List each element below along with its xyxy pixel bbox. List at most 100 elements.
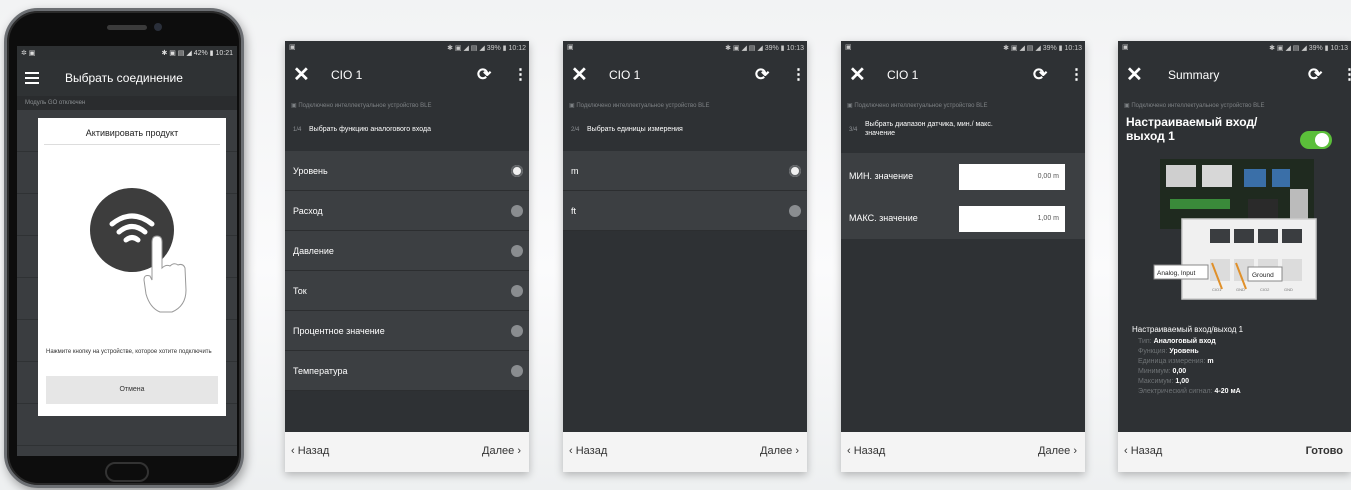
back-button[interactable]: ‹ Назад (1124, 445, 1162, 457)
summary-row: Электрический сигнал: 4-20 мА (1132, 387, 1351, 397)
function-options-list: Уровень Расход Давление Ток Процентное значе… (285, 151, 529, 391)
back-button[interactable]: ‹ Назад (291, 445, 329, 457)
status-right: ✱ ▣ ◢ ▤ ◢ 39% ▮ 10:13 (1003, 45, 1082, 52)
menu-icon[interactable] (25, 72, 39, 84)
status-bar: ▣ ✱ ▣ ◢ ▤ ◢ 39% ▮ 10:13 (1118, 41, 1351, 54)
app-title: Выбрать соединение (65, 71, 183, 85)
step-title: Выбрать функцию аналогового входа (309, 126, 431, 133)
hand-pointer-icon (143, 235, 187, 313)
bottom-nav: ‹ Назад Далее › (563, 432, 807, 472)
next-button[interactable]: Далее › (760, 445, 799, 457)
step-title: Выбрать единицы измерения (587, 126, 683, 133)
activate-product-dialog: Активировать продукт Нажмите кнопку на у… (38, 118, 226, 416)
unit-options-list: m ft (563, 151, 807, 231)
step-title: Выбрать диапазон датчика, мин./ макс. зн… (865, 121, 993, 137)
option-row[interactable]: ft (563, 191, 807, 231)
option-row[interactable]: Ток (285, 271, 529, 311)
summary-row: Максимум: 1,00 (1132, 377, 1351, 387)
app-bar: ✕ CIO 1 ⟳ ⋮ (841, 54, 1085, 97)
more-options-icon[interactable]: ⋮ (1342, 66, 1351, 84)
min-row: МИН. значение 0,00 m (841, 157, 1085, 195)
status-right: ✱ ▣ ◢ ▤ ◢ 39% ▮ 10:12 (447, 45, 526, 52)
status-bar: ▣ ✱ ▣ ◢ ▤ ◢ 39% ▮ 10:13 (841, 41, 1085, 54)
min-value-input[interactable]: 0,00 m (959, 164, 1065, 190)
option-row[interactable]: Расход (285, 191, 529, 231)
summary-value: m (1207, 358, 1214, 365)
option-row[interactable]: Температура (285, 351, 529, 391)
pin-label: CIO1 (1212, 287, 1222, 292)
option-row[interactable]: Уровень (285, 151, 529, 191)
radio-selected-icon[interactable] (789, 165, 801, 177)
summary-row: Минимум: 0,00 (1132, 367, 1351, 377)
more-options-icon[interactable]: ⋮ (513, 66, 528, 84)
dialog-divider (44, 144, 220, 145)
option-label: Ток (293, 286, 307, 296)
option-row[interactable]: Процентное значение (285, 311, 529, 351)
summary-key: Максимум: (1138, 378, 1174, 385)
screen-title: CIO 1 (887, 68, 919, 82)
ground-label: Ground (1252, 272, 1274, 279)
next-button[interactable]: Далее › (1038, 445, 1077, 457)
status-bar: ▣ ✱ ▣ ◢ ▤ ◢ 39% ▮ 10:13 (563, 41, 807, 54)
option-label: Давление (293, 246, 334, 256)
phone-speaker (107, 25, 147, 30)
notification-icon: ▣ (1122, 44, 1129, 51)
close-icon[interactable]: ✕ (293, 65, 313, 85)
close-icon[interactable]: ✕ (1126, 65, 1146, 85)
done-button[interactable]: Готово (1306, 445, 1343, 457)
option-row[interactable]: m (563, 151, 807, 191)
step-number: 2/4 (571, 127, 580, 133)
radio-unselected-icon[interactable] (511, 205, 523, 217)
radio-unselected-icon[interactable] (511, 365, 523, 377)
radio-selected-icon[interactable] (511, 165, 523, 177)
status-right: ✱ ▣ ▤ ◢ 42% ▮ 10:21 (161, 50, 233, 57)
back-button[interactable]: ‹ Назад (847, 445, 885, 457)
radio-unselected-icon[interactable] (511, 325, 523, 337)
status-bar: ▣ ✱ ▣ ◢ ▤ ◢ 39% ▮ 10:12 (285, 41, 529, 54)
screen-title: CIO 1 (609, 68, 641, 82)
phone-frame: ✲ ▣ ✱ ▣ ▤ ◢ 42% ▮ 10:21 Выбрать соединен… (4, 8, 244, 488)
summary-key: Единица измерения: (1138, 358, 1206, 365)
summary-key: Функция: (1138, 348, 1168, 355)
app-bar: Выбрать соединение (17, 60, 237, 96)
app-bar: ✕ CIO 1 ⟳ ⋮ (563, 54, 807, 97)
cancel-button[interactable]: Отмена (46, 376, 218, 404)
notification-icon: ▣ (845, 44, 852, 51)
more-options-icon[interactable]: ⋮ (791, 66, 806, 84)
step-header: 3/4 Выбрать диапазон датчика, мин./ макс… (841, 115, 1085, 151)
refresh-icon[interactable]: ⟳ (755, 66, 773, 84)
more-options-icon[interactable]: ⋮ (1069, 66, 1084, 84)
refresh-icon[interactable]: ⟳ (477, 66, 495, 84)
radio-unselected-icon[interactable] (511, 285, 523, 297)
back-button[interactable]: ‹ Назад (569, 445, 607, 457)
close-icon[interactable]: ✕ (849, 65, 869, 85)
refresh-icon[interactable]: ⟳ (1033, 66, 1051, 84)
screen-units: ▣ ✱ ▣ ◢ ▤ ◢ 39% ▮ 10:13 ✕ CIO 1 ⟳ ⋮ ▣ По… (563, 41, 807, 472)
bottom-nav: ‹ Назад Далее › (841, 432, 1085, 472)
notification-icon: ▣ (289, 44, 296, 51)
connection-status: ▣ Подключено интеллектуальное устройство… (569, 103, 710, 109)
home-button[interactable] (105, 462, 149, 482)
status-right: ✱ ▣ ◢ ▤ ◢ 39% ▮ 10:13 (1269, 45, 1348, 52)
app-bar: ✕ Summary ⟳ ⋮ (1118, 54, 1351, 97)
option-label: Расход (293, 206, 323, 216)
refresh-icon[interactable]: ⟳ (1308, 66, 1326, 84)
io-enable-toggle[interactable] (1300, 131, 1332, 149)
radio-unselected-icon[interactable] (511, 245, 523, 257)
close-icon[interactable]: ✕ (571, 65, 591, 85)
connection-status: ▣ Подключено интеллектуальное устройство… (291, 103, 432, 109)
max-row: МАКС. значение 1,00 m (841, 199, 1085, 237)
io-heading: Настраиваемый вход/ выход 1 (1126, 115, 1258, 143)
step-header: 2/4 Выбрать единицы измерения (563, 115, 807, 151)
summary-row: Тип: Аналоговый вход (1132, 337, 1351, 347)
option-label: Температура (293, 366, 348, 376)
radio-unselected-icon[interactable] (789, 205, 801, 217)
max-value-input[interactable]: 1,00 m (959, 206, 1065, 232)
screen-title: CIO 1 (331, 68, 363, 82)
dialog-message: Нажмите кнопку на устройстве, которое хо… (46, 349, 212, 355)
option-row[interactable]: Давление (285, 231, 529, 271)
connection-status: ▣ Подключено интеллектуальное устройство… (847, 103, 988, 109)
next-button[interactable]: Далее › (482, 445, 521, 457)
screen-analog-function: ▣ ✱ ▣ ◢ ▤ ◢ 39% ▮ 10:12 ✕ CIO 1 ⟳ ⋮ ▣ По… (285, 41, 529, 472)
summary-row: Функция: Уровень (1132, 347, 1351, 357)
